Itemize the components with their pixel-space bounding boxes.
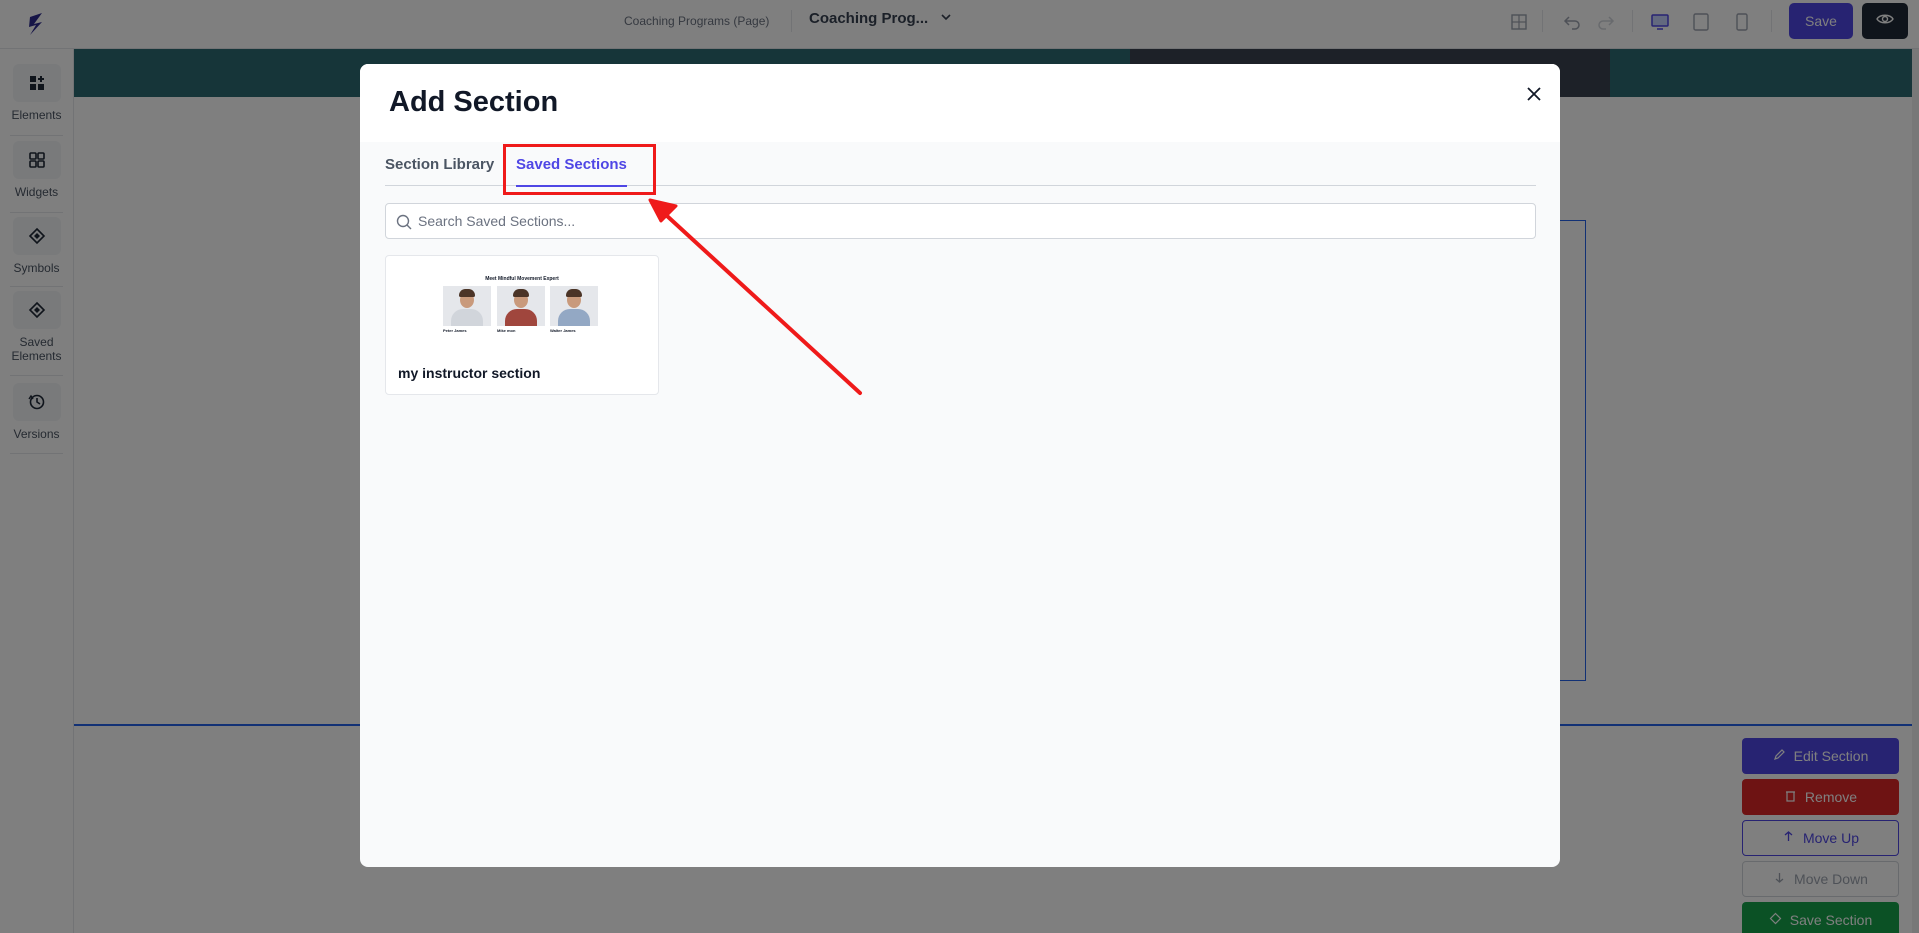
saved-section-card[interactable]: Meet Mindful Movement Expert Peter James…: [385, 255, 659, 395]
card-label: my instructor section: [398, 365, 541, 381]
search-box: [385, 203, 1536, 239]
close-icon: [1525, 85, 1543, 108]
instructor-photo: [497, 286, 545, 326]
thumbnail-title: Meet Mindful Movement Expert: [485, 276, 559, 282]
search-input[interactable]: [418, 204, 1528, 238]
instructor-photo: [443, 286, 491, 326]
section-thumbnail: Meet Mindful Movement Expert Peter James…: [442, 276, 602, 338]
instructor-name: Walter James: [550, 328, 576, 333]
search-icon: [395, 213, 413, 231]
modal-header: Add Section: [360, 64, 1560, 142]
annotation-highlight-box: [503, 144, 656, 195]
close-button[interactable]: [1520, 82, 1548, 110]
instructor-name: Mike mon: [497, 328, 516, 333]
instructor-name: Peter James: [443, 328, 467, 333]
instructor-photo: [550, 286, 598, 326]
modal-title: Add Section: [389, 86, 559, 118]
tab-section-library[interactable]: Section Library: [385, 154, 494, 186]
